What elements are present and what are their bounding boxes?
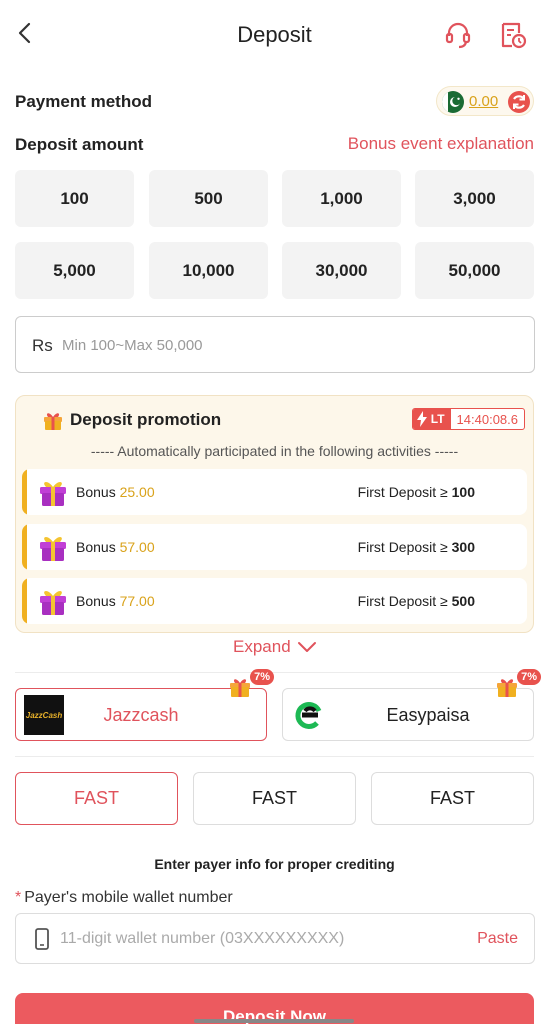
pakistan-flag-icon [442,91,464,113]
bonus-text: Bonus 25.00 [76,484,155,500]
divider [15,756,534,757]
lightning-icon [416,411,427,427]
bonus-label: Bonus [76,593,116,609]
method-promo-badge: 7% [226,669,274,699]
deposit-history-icon[interactable] [498,20,528,50]
required-mark: * [15,889,22,906]
method-promo-badge: 7% [493,669,541,699]
bonus-percent-badge: 7% [250,669,274,685]
mobile-phone-icon [35,928,49,950]
bonus-label: Bonus [76,539,116,555]
amount-preset-50000[interactable]: 50,000 [415,242,534,299]
wallet-number-input[interactable] [60,922,460,956]
bonus-amount: 77.00 [119,593,155,609]
divider [15,672,534,673]
deposit-amount-label: Deposit amount [15,135,144,154]
home-indicator [194,1019,354,1023]
method-name: Easypaisa [386,705,470,725]
bonus-text: Bonus 77.00 [76,593,155,609]
chevron-down-icon [297,642,316,652]
bonus-row: Bonus 25.00 First Deposit ≥ 100 [22,469,527,515]
promotion-timer: LT 14:40:08.6 [411,408,525,430]
wallet-label-text: Payer's mobile wallet number [24,889,233,906]
amount-preset-3000[interactable]: 3,000 [415,170,534,227]
balance-pill[interactable]: 0.00 [436,86,534,116]
bonus-threshold: 100 [451,484,475,500]
method-easypaisa[interactable]: Easypaisa 7% [282,669,541,741]
currency-label: Rs [32,336,53,355]
channel-fast-2[interactable]: FAST [193,772,356,825]
bonus-amount: 57.00 [119,539,155,555]
amount-input[interactable] [62,327,522,363]
payment-method-label: Payment method [15,92,152,111]
bonus-threshold: 500 [451,593,475,609]
bonus-condition: First Deposit ≥ 500 [358,593,475,609]
easypaisa-logo [295,702,322,729]
payer-info-hint: Enter payer info for proper crediting [154,856,395,872]
deposit-promotion-card: Deposit promotion LT 14:40:08.6 ----- Au… [15,395,534,633]
paste-button[interactable]: Paste [477,930,518,948]
bonus-label: Bonus [76,484,116,500]
bonus-condition: First Deposit ≥ 300 [358,539,475,555]
amount-preset-500[interactable]: 500 [149,170,268,227]
bonus-condition-text: First Deposit ≥ [357,593,448,609]
method-jazzcash[interactable]: JazzCash Jazzcash 7% [15,669,274,741]
wallet-number-label: * Payer's mobile wallet number [15,889,233,907]
bonus-threshold: 300 [451,539,475,555]
amount-input-box: Rs [15,316,535,373]
purple-gift-icon [40,591,66,615]
method-name: Jazzcash [103,705,179,725]
header: Deposit [0,0,549,70]
gift-icon [497,679,517,697]
bonus-row: Bonus 77.00 First Deposit ≥ 500 [22,578,527,624]
refresh-icon[interactable] [507,90,531,114]
expand-label: Expand [233,637,291,656]
bonus-condition: First Deposit ≥ 100 [358,484,475,500]
bonus-condition-text: First Deposit ≥ [357,539,448,555]
promotion-title: Deposit promotion [70,410,222,429]
gift-icon [44,413,62,430]
bonus-amount: 25.00 [119,484,155,500]
limited-time-label: LT [430,412,445,426]
amount-preset-10000[interactable]: 10,000 [149,242,268,299]
limited-time-tag: LT [412,409,451,429]
amount-preset-30000[interactable]: 30,000 [282,242,401,299]
customer-service-icon[interactable] [443,20,473,50]
bonus-row: Bonus 57.00 First Deposit ≥ 300 [22,524,527,570]
gift-icon [230,679,250,697]
purple-gift-icon [40,482,66,506]
wallet-input-box: Paste [15,913,535,964]
channel-fast-1[interactable]: FAST [15,772,178,825]
bonus-condition-text: First Deposit ≥ [357,484,448,500]
promotion-subtitle: ----- Automatically participated in the … [90,443,459,459]
expand-button[interactable]: Expand [233,637,317,657]
balance-value: 0.00 [469,93,499,110]
channel-fast-3[interactable]: FAST [371,772,534,825]
amount-preset-5000[interactable]: 5,000 [15,242,134,299]
bonus-text: Bonus 57.00 [76,539,155,555]
bonus-percent-badge: 7% [517,669,541,685]
amount-preset-100[interactable]: 100 [15,170,134,227]
timer-value: 14:40:08.6 [456,412,518,427]
purple-gift-icon [40,537,66,561]
amount-preset-1000[interactable]: 1,000 [282,170,401,227]
bonus-event-explanation-link[interactable]: Bonus event explanation [348,134,534,154]
